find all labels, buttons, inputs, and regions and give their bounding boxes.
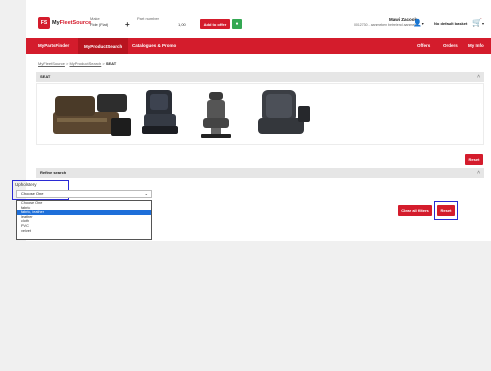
plus-icon[interactable]: + (125, 20, 130, 29)
chevron-down-icon: ▾ (481, 21, 484, 26)
logo-brand: FleetSource (59, 20, 92, 26)
upholstery-options: Choose One fabric fabric, leather leathe… (16, 200, 152, 240)
logo-text: MyFleetSource (52, 20, 91, 26)
chat-icon[interactable]: ● (232, 19, 242, 29)
seat-image-3[interactable] (199, 90, 233, 140)
nav-item-catalogues[interactable]: Catalogues & Promo (132, 43, 176, 48)
main-nav: MyPartsFinder MyProductSearch Catalogues… (26, 38, 491, 54)
refine-search-title: Refine search (40, 170, 67, 175)
make-label: Make (90, 16, 100, 21)
breadcrumb-home[interactable]: MyFleetSource (38, 61, 65, 66)
reset-button-top[interactable]: Reset (465, 154, 483, 165)
nav-item-mypartsfinder[interactable]: MyPartsFinder (38, 43, 69, 48)
cart-icon[interactable]: 🛒▾ (472, 18, 484, 27)
part-number-input[interactable] (137, 22, 173, 27)
make-select[interactable]: Fide (Fiat) (90, 22, 108, 27)
part-number-label: Part number (137, 16, 160, 21)
breadcrumb-productsearch[interactable]: MyProductSearch (69, 61, 101, 66)
user-icon[interactable]: 👤▾ (413, 19, 424, 27)
seat-panel-title: SEAT (40, 74, 51, 79)
seat-image-2[interactable] (140, 88, 180, 136)
option-velvet[interactable]: velvet (17, 229, 151, 234)
header: FS MyFleetSource Make Fide (Fiat) + Part… (26, 0, 491, 38)
seat-images (36, 83, 484, 145)
logo[interactable]: FS MyFleetSource (38, 17, 91, 29)
basket-selector[interactable]: No default basket (434, 21, 467, 26)
chevron-up-icon: ˄ (477, 74, 480, 80)
nav-item-myinfo[interactable]: My Info (468, 43, 484, 48)
seat-panel-header[interactable]: SEAT ˄ (36, 72, 484, 82)
breadcrumb: MyFleetSource > MyProductSearch > SEAT (38, 61, 117, 66)
breadcrumb-current: SEAT (105, 61, 117, 66)
seat-image-4[interactable] (256, 88, 312, 140)
reset-highlight (434, 201, 458, 220)
add-to-offer-button[interactable]: Add to offer (200, 19, 230, 29)
upholstery-select-value: Choose One (21, 191, 44, 196)
nav-item-myproductsearch[interactable]: MyProductSearch (78, 38, 129, 54)
nav-item-offers[interactable]: Offers (417, 43, 430, 48)
logo-prefix: My (52, 20, 60, 26)
logo-badge: FS (38, 17, 50, 29)
refine-search-header[interactable]: Refine search ˄ (36, 168, 484, 178)
nav-item-orders[interactable]: Orders (443, 43, 458, 48)
quantity-input[interactable]: 1,00 (178, 22, 186, 27)
chevron-down-icon: ⌄ (144, 191, 148, 196)
clear-all-filters-button[interactable]: Clear all filters (398, 205, 432, 216)
chevron-up-icon: ˄ (477, 170, 480, 176)
user-company: 0012730 - aanmeken betreiend aanmele (353, 23, 417, 27)
upholstery-select[interactable]: Choose One ⌄ (16, 190, 152, 198)
seat-image-1[interactable] (51, 92, 133, 140)
chevron-down-icon: ▾ (421, 21, 424, 26)
